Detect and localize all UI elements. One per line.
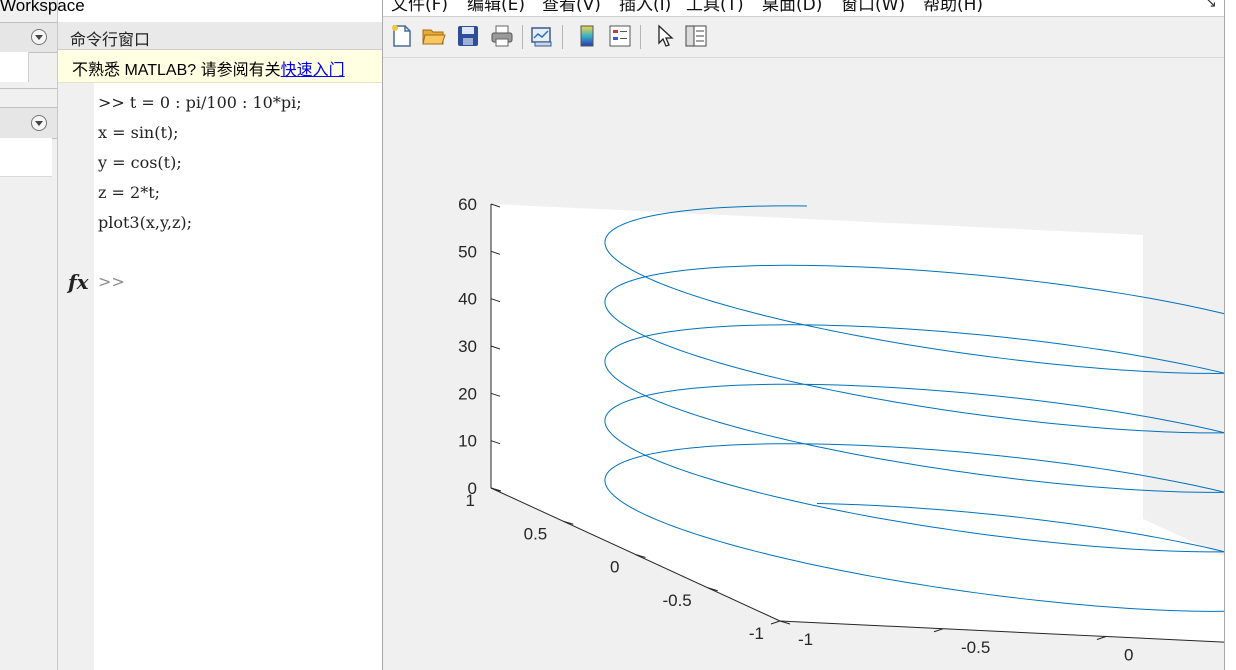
figure-menubar: 文件(F) 编辑(E) 查看(V) 插入(I) 工具(T) 桌面(D) 窗口(W… — [383, 0, 1224, 17]
y-tick-label: 0 — [610, 558, 619, 577]
menu-desktop[interactable]: 桌面(D) — [762, 0, 822, 15]
z-tick-label: 60 — [458, 195, 477, 214]
pointer-icon[interactable] — [651, 23, 677, 49]
workspace-header — [0, 107, 57, 139]
y-tick-label: 1 — [466, 491, 475, 510]
workspace-body — [0, 138, 52, 177]
new-figure-icon[interactable] — [389, 23, 415, 49]
collapse-icon[interactable] — [31, 29, 47, 45]
x-tick — [1096, 636, 1107, 640]
x-tick-label: 0 — [1124, 646, 1133, 665]
code-line: >> t = 0 : pi/100 : 10*pi; — [98, 93, 302, 112]
code-line: y = cos(t); — [98, 153, 182, 172]
save-icon[interactable] — [455, 23, 481, 49]
z-tick-label: 30 — [458, 337, 477, 356]
y-tick-label: -0.5 — [662, 591, 691, 610]
menu-file[interactable]: 文件(F) — [391, 0, 448, 15]
x-tick-label: -1 — [798, 630, 813, 649]
z-tick-label: 50 — [458, 242, 477, 261]
toolbar-separator — [640, 25, 641, 49]
print-icon[interactable] — [489, 23, 515, 49]
notice-prefix: 不熟悉 MATLAB? 请参阅有关 — [72, 62, 281, 79]
notice-text: 不熟悉 MATLAB? 请参阅有关快速入门 — [72, 56, 345, 80]
command-window[interactable]: 命令行窗口 不熟悉 MATLAB? 请参阅有关快速入门 >> t = 0 : p… — [58, 22, 384, 670]
menu-window[interactable]: 窗口(W) — [841, 0, 905, 15]
code-line: z = 2*t; — [98, 183, 161, 202]
menu-insert[interactable]: 插入(I) — [619, 0, 671, 15]
current-folder-header — [0, 22, 57, 53]
y-tick-label: -1 — [749, 624, 764, 643]
getting-started-notice: 不熟悉 MATLAB? 请参阅有关快速入门 — [58, 50, 384, 83]
open-file-icon[interactable] — [421, 23, 447, 49]
toolbar-separator — [522, 25, 523, 49]
axes — [490, 203, 1224, 643]
current-folder-body — [0, 52, 29, 82]
axes-wall-back — [491, 204, 1143, 519]
workspace-panel: Workspace — [0, 0, 85, 670]
code-line: x = sin(t); — [98, 123, 179, 142]
figure-toolbar — [383, 17, 1224, 58]
x-tick — [933, 628, 944, 633]
colorbar-icon[interactable] — [574, 23, 600, 49]
x-tick — [770, 620, 781, 625]
fx-icon[interactable]: fx — [68, 270, 89, 294]
command-window-title: 命令行窗口 — [70, 30, 151, 49]
menu-help[interactable]: 帮助(H) — [923, 0, 983, 15]
command-gutter — [58, 83, 94, 670]
command-prompt[interactable]: >> — [98, 272, 125, 291]
splitter[interactable] — [0, 88, 57, 103]
plot-area[interactable]: 0102030405060-1-0.500.51-1-0.500.51 — [383, 58, 1224, 670]
undock-icon[interactable]: ↘ — [1205, 0, 1217, 11]
menu-tools[interactable]: 工具(T) — [686, 0, 744, 15]
collapse-icon[interactable] — [31, 115, 47, 131]
menu-view[interactable]: 查看(V) — [542, 0, 601, 15]
code-line: plot3(x,y,z); — [98, 213, 193, 232]
y-tick-label: 0.5 — [524, 524, 548, 543]
menu-edit[interactable]: 编辑(E) — [467, 0, 525, 15]
x-tick-label: -0.5 — [961, 638, 990, 657]
toolbar-separator — [562, 25, 563, 49]
z-tick-label: 20 — [458, 384, 477, 403]
property-inspector-icon[interactable] — [683, 23, 709, 49]
link-plot-icon[interactable] — [529, 23, 555, 49]
command-window-header: 命令行窗口 — [58, 22, 384, 50]
figure-window[interactable]: 文件(F) 编辑(E) 查看(V) 插入(I) 工具(T) 桌面(D) 窗口(W… — [382, 0, 1225, 670]
z-tick-label: 40 — [458, 290, 477, 309]
legend-icon[interactable] — [607, 23, 633, 49]
workspace-title: Workspace — [0, 0, 85, 15]
z-tick-label: 10 — [458, 432, 477, 451]
getting-started-link[interactable]: 快速入门 — [281, 62, 345, 79]
